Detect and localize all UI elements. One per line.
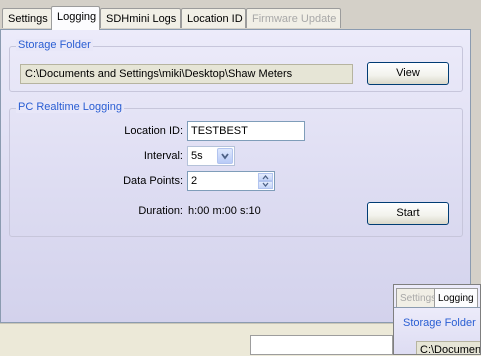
data-points-stepper[interactable]: 2 (187, 171, 275, 191)
status-field (250, 335, 393, 355)
thumb-panel: Storage Folder C:\Documents (394, 307, 480, 354)
storage-folder-group: Storage Folder C:\Documents and Settings… (9, 39, 463, 92)
interval-select[interactable]: 5s (187, 146, 235, 166)
location-id-label: Location ID: (124, 125, 183, 137)
view-button[interactable]: View (367, 62, 449, 85)
thumb-path-field: C:\Documents (416, 341, 480, 354)
chevron-down-icon[interactable] (217, 148, 233, 164)
start-button[interactable]: Start (367, 202, 449, 225)
tab-logging[interactable]: Logging (51, 6, 100, 30)
tab-strip: Settings Logging SDHmini Logs Location I… (0, 6, 481, 30)
tab-firmware-update: Firmware Update (246, 8, 341, 28)
tab-location-id[interactable]: Location ID (181, 8, 246, 28)
thumb-tab-logging: Logging (434, 288, 478, 309)
tab-sdhmini-logs[interactable]: SDHmini Logs (100, 8, 181, 28)
storage-folder-title: Storage Folder (16, 39, 93, 51)
location-id-input[interactable]: TESTBEST (187, 121, 305, 141)
storage-path-field: C:\Documents and Settings\miki\Desktop\S… (20, 64, 353, 84)
window-thumbnail[interactable]: Settings Logging Storage Folder C:\Docum… (393, 284, 481, 355)
interval-label: Interval: (143, 150, 183, 162)
logging-panel: Storage Folder C:\Documents and Settings… (0, 29, 471, 323)
pc-realtime-logging-group: PC Realtime Logging Location ID: TESTBES… (9, 101, 463, 237)
duration-value: h:00 m:00 s:10 (188, 205, 261, 217)
spin-down-icon[interactable] (258, 181, 273, 189)
interval-value: 5s (191, 150, 203, 162)
spin-up-icon[interactable] (258, 173, 273, 181)
thumb-storage-folder-title: Storage Folder (403, 317, 476, 329)
data-points-label: Data Points: (123, 175, 183, 187)
tab-settings[interactable]: Settings (2, 8, 52, 28)
duration-label: Duration: (138, 205, 183, 217)
realtime-logging-title: PC Realtime Logging (16, 101, 124, 113)
data-points-value: 2 (191, 175, 198, 187)
